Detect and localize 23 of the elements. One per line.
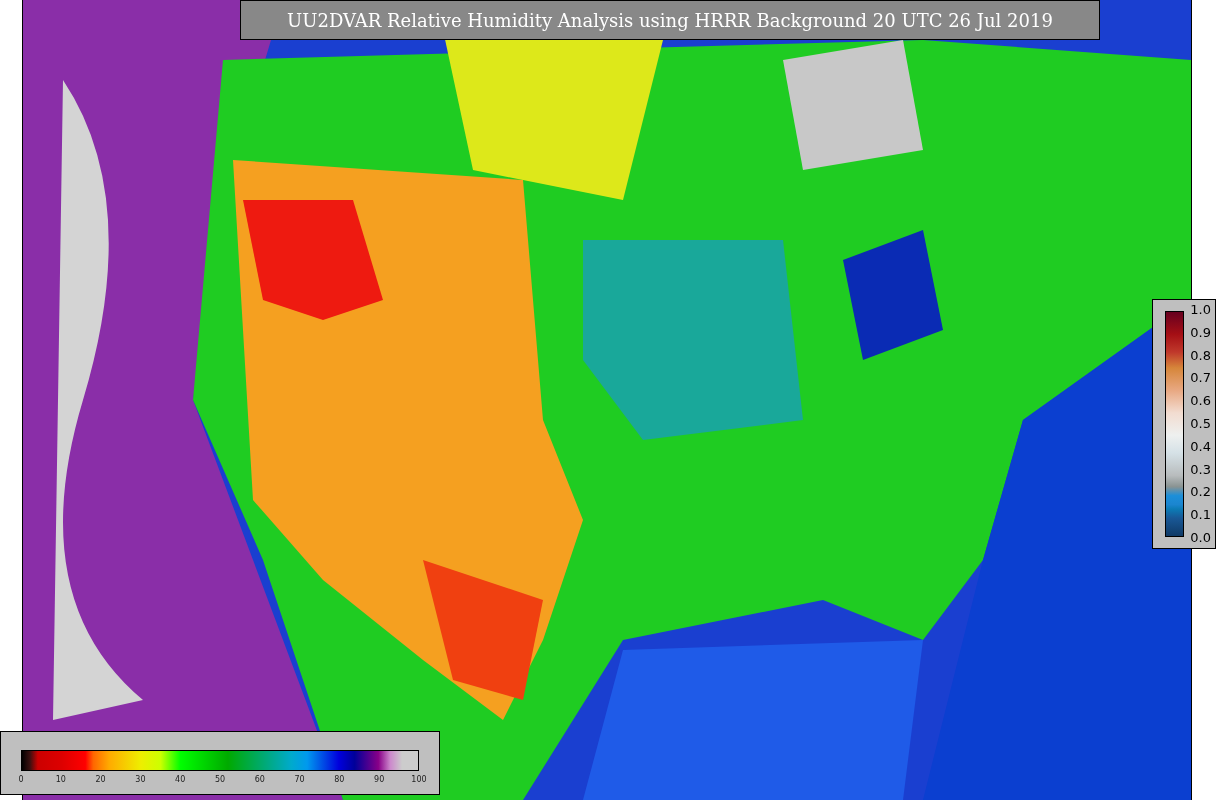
tick-label: 0.1 — [1190, 508, 1211, 523]
tick-label: 50 — [213, 775, 227, 784]
tick-label: 0.8 — [1190, 348, 1211, 363]
tick-label: 30 — [134, 775, 147, 784]
tick-label: 40 — [174, 775, 187, 784]
tick-label: 60 — [253, 775, 266, 784]
tick-label: 0.9 — [1190, 325, 1211, 340]
map-title: UU2DVAR Relative Humidity Analysis using HRRR Background 20 UTC 26 Jul 2019 — [240, 0, 1100, 40]
tick-label: 0.6 — [1190, 394, 1211, 409]
tick-label: 0.4 — [1190, 439, 1211, 454]
tick-label: 20 — [94, 775, 107, 784]
tick-label: 70 — [293, 775, 306, 784]
tick-label: 80 — [333, 775, 346, 784]
tick-label: 1.0 — [1190, 303, 1211, 317]
tick-label: 0.5 — [1190, 417, 1211, 431]
tick-label: 10 — [54, 775, 67, 784]
tick-label: 0.0 — [1190, 530, 1211, 545]
tick-label: 0.7 — [1190, 371, 1211, 386]
tick-label: 0 — [17, 775, 25, 784]
tick-label: 0.3 — [1190, 462, 1211, 477]
tick-label: 0.2 — [1190, 485, 1211, 500]
tick-label: 90 — [373, 775, 386, 784]
tick-label: 100 — [410, 775, 427, 784]
